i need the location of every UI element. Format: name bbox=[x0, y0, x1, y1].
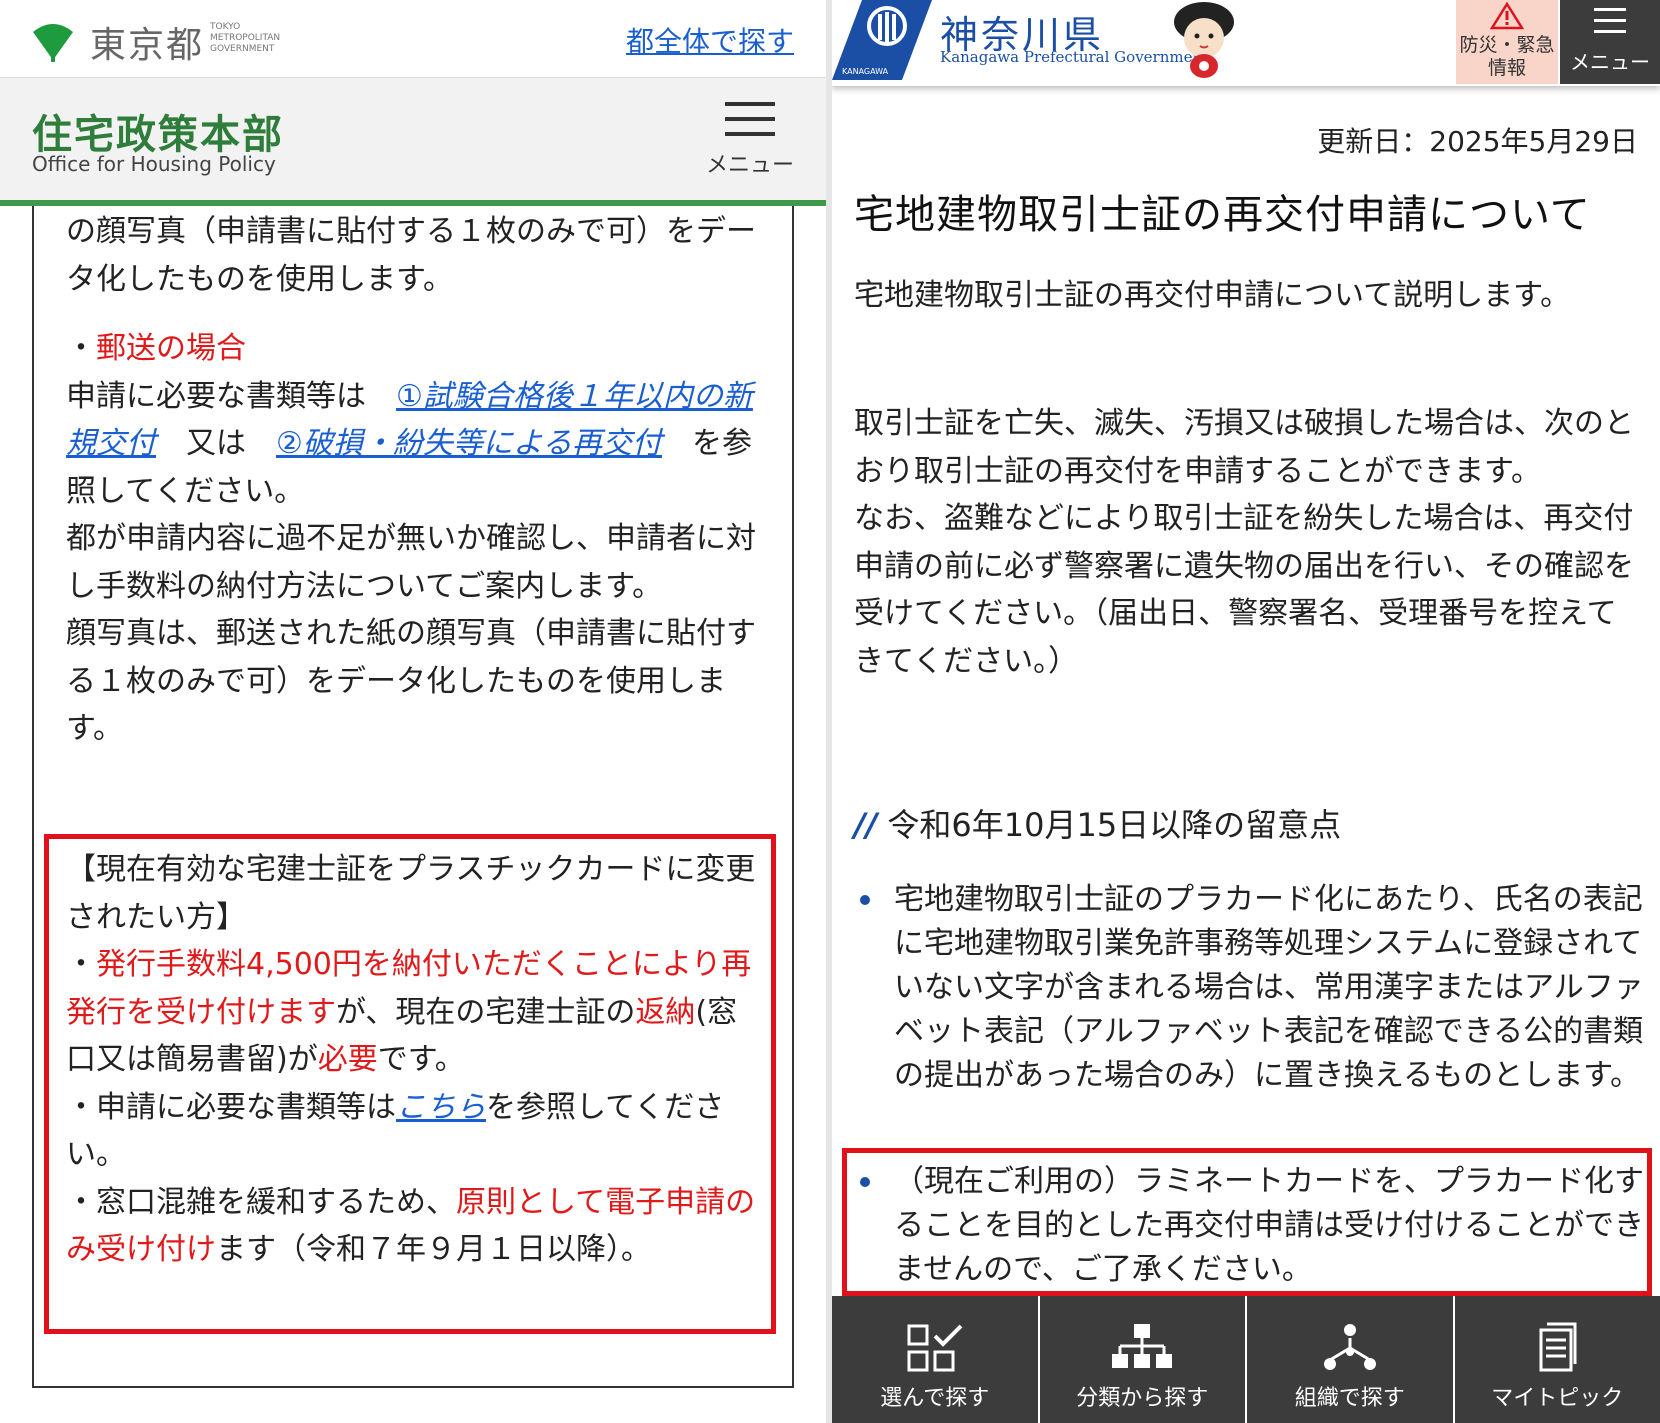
page-lead: 宅地建物取引士証の再交付申請について説明します。 bbox=[854, 278, 1571, 313]
required-documents-text: 申請に必要な書類等は ①試験合格後１年以内の新規交付 又は ②破損・紛失等による… bbox=[66, 373, 766, 516]
tokyo-logo-en: TOKYO METROPOLITAN GOVERNMENT bbox=[210, 22, 281, 54]
mail-heading-text: 郵送の場合 bbox=[96, 331, 246, 366]
select-icon bbox=[907, 1324, 963, 1372]
highlight-box bbox=[842, 1148, 1652, 1296]
reissue-damage-link[interactable]: ②破損・紛失等による再交付 bbox=[276, 426, 662, 461]
menu-label: メニュー bbox=[1570, 50, 1650, 74]
department-header: 住宅政策本部 Office for Housing Policy メニュー bbox=[0, 78, 826, 206]
logo-small-text: KANAGAWA bbox=[842, 67, 889, 76]
menu-label: メニュー bbox=[705, 153, 794, 178]
notice-fee-item: ・発行手数料4,500円を納付いただくことにより再発行を受け付けますが、現在の宅… bbox=[66, 941, 766, 1084]
nav-category[interactable]: 分類から探す bbox=[1040, 1296, 1247, 1423]
text-span: 又は bbox=[156, 426, 276, 461]
page-title: 宅地建物取引士証の再交付申請について bbox=[854, 192, 1591, 238]
nav-label: 選んで探す bbox=[880, 1386, 990, 1411]
nav-label: 組織で探す bbox=[1294, 1386, 1405, 1411]
notice-heading: 【現在有効な宅建士証をプラスチックカードに変更されたい方】 bbox=[66, 852, 756, 935]
section-heading: //令和6年10月15日以降の留意点 bbox=[854, 800, 1341, 846]
hamburger-icon-bar bbox=[725, 117, 775, 121]
theft-paragraph: なお、盗難などにより取引士証を紛失した場合は、再交付申請の前に必ず警察署に遺失物… bbox=[854, 501, 1634, 679]
mail-heading: ・郵送の場合 bbox=[66, 325, 766, 373]
menu-button[interactable]: メニュー bbox=[1560, 0, 1660, 84]
tokyo-ginkgo-logo-icon[interactable] bbox=[30, 20, 76, 62]
tokyo-logo-text[interactable]: 東京都 bbox=[90, 16, 204, 68]
bullet-icon bbox=[860, 895, 870, 905]
return-emphasis: 返納 bbox=[635, 994, 696, 1030]
kanagawa-page: KANAGAWA 神奈川県 Kanagawa Prefectural Gover… bbox=[832, 0, 1660, 1423]
nav-label: マイトピック bbox=[1491, 1386, 1624, 1411]
text-span: ます（令和７年９月１日以降）。 bbox=[216, 1232, 651, 1267]
plastic-card-notice: 【現在有効な宅建士証をプラスチックカードに変更されたい方】 ・発行手数料4,50… bbox=[66, 846, 766, 1274]
search-all-tokyo-link[interactable]: 都全体で探す bbox=[626, 20, 794, 60]
category-tree-icon bbox=[1112, 1324, 1173, 1368]
required-emphasis: 必要 bbox=[317, 1042, 378, 1077]
text-span: が、現在の宅建士証の bbox=[336, 994, 636, 1030]
hamburger-icon bbox=[1594, 8, 1626, 41]
mascot-character-icon bbox=[1174, 2, 1234, 78]
application-instructions: の顔写真（申請書に貼付する１枚のみで可）をデータ化したものを使用します。 ・郵送… bbox=[66, 208, 766, 753]
tokyo-header: 東京都 TOKYO METROPOLITAN GOVERNMENT 都全体で探す bbox=[0, 0, 826, 78]
here-link[interactable]: こちら bbox=[396, 1090, 486, 1125]
page-bottom bbox=[0, 1388, 826, 1423]
kanagawa-header: KANAGAWA 神奈川県 Kanagawa Prefectural Gover… bbox=[832, 0, 1660, 86]
updated-date: 更新日：2025年5月29日 bbox=[1317, 125, 1638, 158]
nav-organization[interactable]: 組織で探す bbox=[1247, 1296, 1455, 1423]
bullet: ・ bbox=[66, 947, 96, 982]
notice-electronic-item: ・窓口混雑を緩和するため、原則として電子申請のみ受け付けます（令和７年９月１日以… bbox=[66, 1179, 766, 1274]
organization-icon bbox=[1323, 1324, 1376, 1370]
hamburger-icon bbox=[725, 102, 775, 106]
menu-button[interactable]: メニュー bbox=[704, 102, 796, 182]
my-topic-icon bbox=[1539, 1322, 1577, 1372]
list-item: 宅地建物取引士証のプラカード化にあたり、氏名の表記に宅地建物取引業免許事務等処理… bbox=[854, 878, 1644, 1098]
bottom-nav: 選んで探す 分類から探す 組織で探す マイトピック bbox=[832, 1296, 1660, 1423]
reissue-paragraph: 取引士証を亡失、滅失、汚損又は破損した場合は、次のとおり取引士証の再交付を申請す… bbox=[854, 406, 1634, 489]
bullet: ・ bbox=[66, 331, 96, 366]
section-heading-text: 令和6年10月15日以降の留意点 bbox=[887, 806, 1342, 844]
fee-guidance-text: 都が申請内容に過不足が無いか確認し、申請者に対し手数料の納付方法についてご案内し… bbox=[66, 521, 756, 604]
tokyo-page: 東京都 TOKYO METROPOLITAN GOVERNMENT 都全体で探す… bbox=[0, 0, 826, 1423]
kanagawa-logo-icon[interactable]: KANAGAWA bbox=[832, 0, 932, 80]
disaster-info-button[interactable]: 防災・緊急情報 bbox=[1456, 0, 1558, 84]
photo-note: の顔写真（申請書に貼付する１枚のみで可）をデータ化したものを使用します。 bbox=[66, 214, 756, 297]
list-item-text: 宅地建物取引士証のプラカード化にあたり、氏名の表記に宅地建物取引業免許事務等処理… bbox=[894, 882, 1644, 1093]
warning-icon bbox=[1490, 2, 1524, 30]
hamburger-icon-bar bbox=[725, 132, 775, 136]
nav-select[interactable]: 選んで探す bbox=[832, 1296, 1040, 1423]
text-span: です。 bbox=[377, 1042, 465, 1077]
disaster-info-label: 防災・緊急情報 bbox=[1459, 34, 1555, 79]
mailed-photo-text: 顔写真は、郵送された紙の顔写真（申請書に貼付する１枚のみで可）をデータ化したもの… bbox=[66, 616, 756, 746]
notice-documents-item: ・申請に必要な書類等はこちらを参照してください。 bbox=[66, 1084, 766, 1179]
heading-slash-icon: // bbox=[854, 806, 878, 844]
nav-my-topic[interactable]: マイトピック bbox=[1455, 1296, 1660, 1423]
text-span: ・申請に必要な書類等は bbox=[66, 1089, 396, 1125]
reissue-explanation: 取引士証を亡失、滅失、汚損又は破損した場合は、次のとおり取引士証の再交付を申請す… bbox=[854, 400, 1634, 685]
notes-list: 宅地建物取引士証のプラカード化にあたり、氏名の表記に宅地建物取引業免許事務等処理… bbox=[854, 878, 1644, 1098]
text-span: 申請に必要な書類等は bbox=[66, 378, 396, 414]
department-title-en: Office for Housing Policy bbox=[32, 152, 276, 176]
nav-label: 分類から探す bbox=[1076, 1386, 1209, 1411]
text-span: ・窓口混雑を緩和するため、 bbox=[66, 1184, 456, 1220]
